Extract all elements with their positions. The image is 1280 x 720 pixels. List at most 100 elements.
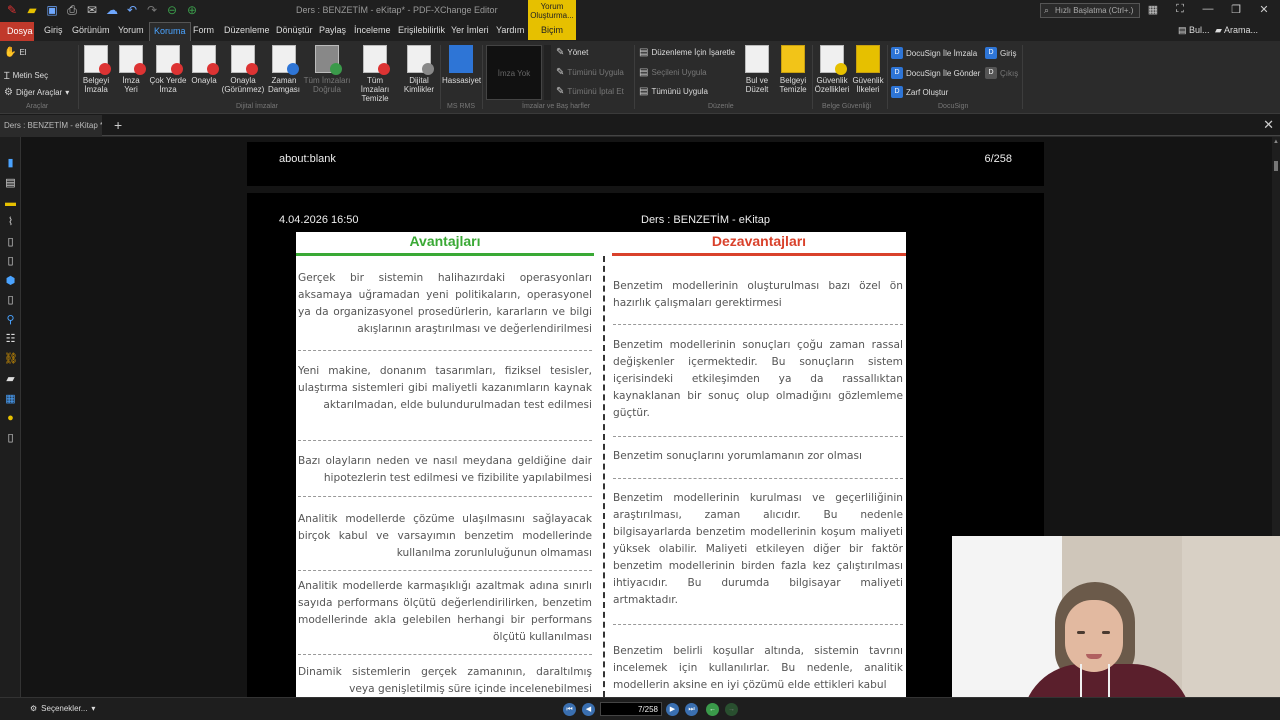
minimize-button[interactable]: —	[1194, 3, 1222, 19]
next-view-icon[interactable]: →	[725, 703, 738, 716]
close-document-icon[interactable]: ✕	[1263, 117, 1274, 133]
check-badge	[330, 63, 342, 75]
tab-share[interactable]: Paylaş	[319, 25, 346, 35]
context-tab-format[interactable]: Yorum Oluşturma... Biçim	[528, 0, 576, 40]
last-page-icon[interactable]: ⏭	[685, 703, 698, 716]
create-envelope-button[interactable]: D Zarf Oluştur	[891, 86, 948, 98]
certify-invisible-button[interactable]: Onayla (Görünmez)	[220, 45, 266, 94]
next-page-icon[interactable]: ▶	[666, 703, 679, 716]
tab-organize[interactable]: Düzenleme	[224, 25, 270, 35]
undo-icon[interactable]: ↶	[124, 2, 140, 18]
previous-page-icon[interactable]: ◀	[582, 703, 595, 716]
options-button[interactable]: ⚙ Seçenekler... ▾	[30, 704, 95, 713]
print-icon[interactable]: ⎙	[64, 2, 80, 18]
organizer-icon[interactable]: ▦	[4, 393, 17, 406]
info-icon[interactable]: ▯	[4, 432, 17, 445]
docusign-sign-button[interactable]: D DocuSign İle İmzala	[891, 47, 977, 59]
close-window-button[interactable]: ✕	[1250, 3, 1278, 19]
manage-signatures-button[interactable]: ✎ Yönet	[556, 47, 588, 58]
apply-all-redaction-button[interactable]: ▤ Tümünü Uygula	[639, 86, 708, 97]
webcam-person-eye	[1102, 631, 1110, 634]
bookmarks-icon[interactable]: ▮	[4, 157, 17, 170]
signature-gallery-scrollbar[interactable]	[544, 45, 551, 100]
docusign-send-button[interactable]: D DocuSign İle Gönder	[891, 67, 980, 79]
open-folder-icon[interactable]: ▰	[24, 2, 40, 18]
tab-view[interactable]: Görünüm	[72, 25, 110, 35]
first-page-icon[interactable]: ⏮	[563, 703, 576, 716]
signature-gallery[interactable]: İmza Yok	[486, 45, 542, 100]
page-number-field[interactable]: 7/258	[600, 702, 662, 716]
tab-comment[interactable]: Yorum	[118, 25, 144, 35]
other-tools-menu[interactable]: ⚙ Diğer Araçlar ▾	[4, 87, 69, 98]
sign-document-button[interactable]: Belgeyi İmzala	[82, 45, 111, 94]
security-policies-button[interactable]: Güvenlik İlkeleri	[850, 45, 886, 94]
login-icon: D	[985, 47, 997, 59]
tab-bookmarks[interactable]: Yer İmleri	[451, 25, 489, 35]
scrollbar-thumb[interactable]	[1274, 161, 1278, 171]
new-tab-icon[interactable]: +	[114, 117, 122, 133]
structure-icon[interactable]: ☷	[4, 333, 17, 346]
restore-button[interactable]: ❐	[1222, 3, 1250, 19]
properties-icon[interactable]: ●	[4, 412, 17, 425]
redo-icon[interactable]: ↷	[144, 2, 160, 18]
validate-signatures-button[interactable]: Tüm İmzaları Doğrula	[303, 45, 351, 94]
sensitivity-button[interactable]: Hassasiyet	[442, 45, 481, 85]
signatures-panel-icon[interactable]: ▯	[4, 255, 17, 268]
attachments-icon[interactable]: ⌇	[4, 216, 17, 229]
tab-file[interactable]: Dosya	[0, 22, 34, 41]
sanitize-document-button[interactable]: Belgeyi Temizle	[776, 45, 810, 94]
webcam-person-mouth	[1086, 654, 1102, 659]
previous-view-icon[interactable]: ←	[706, 703, 719, 716]
quick-launch-search[interactable]: ⌕ Hızlı Başlatma (Ctrl+.)	[1040, 3, 1140, 18]
tab-form[interactable]: Form	[193, 25, 214, 35]
find-and-redact-button[interactable]: Bul ve Düzelt	[742, 45, 772, 94]
signature-field-button[interactable]: İmza Yeri	[117, 45, 146, 94]
tags-icon[interactable]: ▰	[4, 373, 17, 386]
thumbnails-icon[interactable]: ▤	[4, 177, 17, 190]
ribbon-separator	[482, 45, 483, 109]
comments-icon[interactable]: ▬	[4, 197, 17, 210]
mark-for-redaction-button[interactable]: ▤ Düzenleme İçin İşaretle	[639, 47, 735, 58]
email-icon[interactable]: ✉	[84, 2, 100, 18]
back-icon[interactable]: ⊖	[164, 2, 180, 18]
lock-badge	[835, 63, 847, 75]
cloud-icon[interactable]: ☁	[104, 2, 120, 18]
find-button[interactable]: ▤ Bul...	[1178, 25, 1210, 36]
search-panel-icon[interactable]: ⚲	[4, 314, 17, 327]
certify-button[interactable]: Onayla	[189, 45, 219, 85]
row-separator	[613, 478, 903, 479]
layers-icon[interactable]: ▯	[4, 236, 17, 249]
tab-help[interactable]: Yardım	[496, 25, 524, 35]
security-properties-button[interactable]: Güvenlik Özellikleri	[814, 45, 850, 94]
tab-review[interactable]: İnceleme	[354, 25, 391, 35]
select-text-tool[interactable]: Ɪ Metin Seç	[4, 68, 48, 83]
apply-all-signatures-button[interactable]: ✎ Tümünü Uygula	[556, 67, 624, 78]
timestamp-button[interactable]: Zaman Damgası	[266, 45, 302, 94]
cancel-all-signatures-button[interactable]: ✎ Tümünü İptal Et	[556, 86, 624, 97]
multi-sign-button[interactable]: Çok Yerde İmza	[148, 45, 188, 94]
webcam-overlay	[952, 536, 1280, 720]
clock-badge	[287, 63, 299, 75]
tab-convert[interactable]: Dönüştür	[276, 25, 313, 35]
fields-icon[interactable]: ▯	[4, 294, 17, 307]
tab-accessibility[interactable]: Erişilebilirlik	[398, 25, 445, 35]
docusign-logout-button[interactable]: D Çıkış	[985, 67, 1018, 79]
layout-icon[interactable]: ▦	[1145, 3, 1161, 19]
find-redact-icon	[745, 45, 769, 73]
forward-icon[interactable]: ⊕	[184, 2, 200, 18]
docusign-login-button[interactable]: D Giriş	[985, 47, 1016, 59]
tab-home[interactable]: Giriş	[44, 25, 63, 35]
search-button[interactable]: ▰ Arama...	[1215, 25, 1258, 36]
save-icon[interactable]: ▣	[44, 2, 60, 18]
docusign-icon: D	[891, 67, 903, 79]
digital-ids-button[interactable]: Dijital Kimlikler	[400, 45, 438, 94]
links-icon[interactable]: ⛓	[4, 353, 18, 366]
content-icon[interactable]: ⬢	[4, 275, 17, 288]
scroll-up-icon[interactable]: ▲	[1273, 139, 1279, 145]
document-tab[interactable]: Ders : BENZETİM - eKitap *	[0, 115, 102, 136]
apply-selected-redaction-button[interactable]: ▤ Seçileni Uygula	[639, 67, 707, 78]
fullscreen-icon[interactable]: ⛶	[1172, 3, 1188, 19]
clear-signatures-button[interactable]: Tüm İmzaları Temizle	[352, 45, 398, 103]
hand-tool[interactable]: ✋ El	[4, 47, 27, 58]
tab-protect[interactable]: Koruma	[149, 22, 191, 41]
